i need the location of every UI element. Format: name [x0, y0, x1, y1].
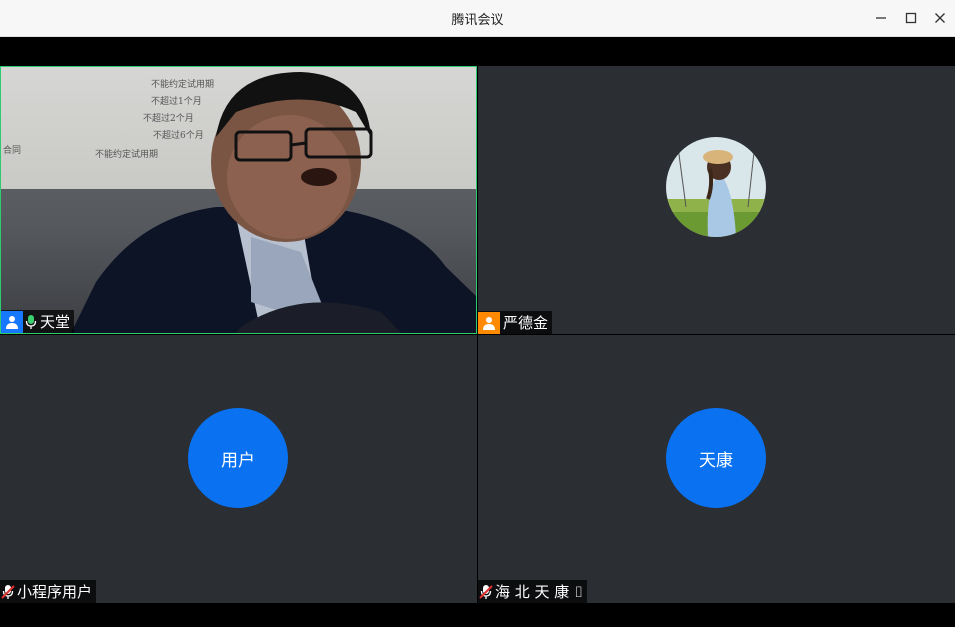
title-bar: 腾讯会议: [0, 0, 955, 37]
user-icon: [483, 316, 495, 330]
role-badge: [1, 310, 23, 333]
close-icon: [935, 13, 945, 23]
participant-tile-photo[interactable]: 严德金: [478, 66, 955, 334]
participant-tile-avatar[interactable]: 用户 小程序用户: [0, 335, 477, 603]
close-button[interactable]: [928, 6, 952, 30]
nameplate: 天堂: [1, 310, 75, 333]
participant-tile-video[interactable]: 不能约定试用期 不超过1个月 不超过2个月 不超过6个月 不能约定试用期 合同: [0, 66, 477, 334]
minimize-icon: [876, 17, 886, 19]
mic-muted-icon: [478, 582, 494, 602]
avatar: 用户: [188, 408, 288, 508]
role-badge: [478, 311, 500, 334]
nameplate: 严德金: [478, 311, 553, 334]
maximize-icon: [905, 12, 917, 24]
participant-name: 天堂: [40, 312, 71, 331]
avatar: 天康: [666, 408, 766, 508]
mic-icon: [23, 312, 39, 332]
video-feed: 不能约定试用期 不超过1个月 不超过2个月 不超过6个月 不能约定试用期 合同: [1, 67, 476, 333]
user-icon: [6, 315, 18, 329]
window-title: 腾讯会议: [451, 13, 504, 28]
video-grid: 不能约定试用期 不超过1个月 不超过2个月 不超过6个月 不能约定试用期 合同: [0, 37, 955, 627]
nameplate: 海 北 天 康 ⌷: [478, 580, 588, 603]
mic-muted-icon: [0, 582, 16, 602]
participant-name: 严德金: [503, 313, 549, 332]
participant-name: 海 北 天 康 ⌷: [495, 582, 584, 601]
profile-photo: [666, 137, 766, 237]
minimize-button[interactable]: [869, 6, 893, 30]
participant-tile-avatar[interactable]: 天康 海 北 天 康 ⌷: [478, 335, 955, 603]
maximize-button[interactable]: [899, 6, 923, 30]
nameplate: 小程序用户: [0, 580, 97, 603]
speaker-figure: [71, 72, 476, 333]
participant-name: 小程序用户: [17, 582, 93, 601]
